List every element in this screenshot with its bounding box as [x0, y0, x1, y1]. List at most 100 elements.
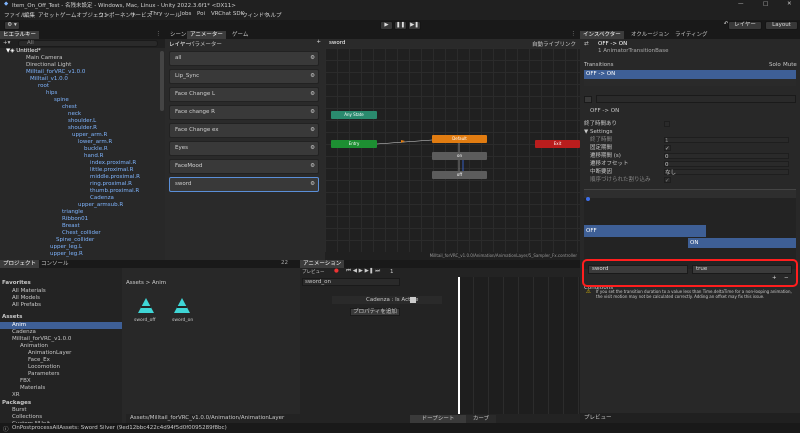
favorites-label[interactable]: Favorites: [2, 280, 31, 287]
menu-tools[interactable]: ツール: [164, 11, 181, 19]
fav-all-models[interactable]: All Models: [12, 295, 40, 302]
timeline-on-clip[interactable]: ON: [688, 238, 796, 248]
assets-label[interactable]: Assets: [2, 314, 22, 321]
add-layer-icon[interactable]: +: [316, 39, 321, 45]
package-burst[interactable]: Burst: [12, 407, 27, 414]
transition-timeline[interactable]: OFF ON: [584, 189, 796, 269]
packages-label[interactable]: Packages: [2, 400, 31, 407]
tree-item-little-proximal-r[interactable]: little.proximal.R: [90, 167, 133, 174]
layer-item-selected[interactable]: sword ⚙: [169, 177, 319, 192]
tab-animator[interactable]: アニメーター: [187, 31, 226, 39]
exit-time-input[interactable]: 1: [664, 137, 789, 144]
animation-preview-button[interactable]: プレビュー: [302, 269, 325, 275]
layer-item[interactable]: Face Change ex ⚙: [169, 123, 319, 138]
auto-live-link-toggle[interactable]: 自動ライブリンク: [532, 40, 576, 48]
tree-item-buckle-r[interactable]: buckle.R: [84, 146, 108, 153]
playhead[interactable]: [458, 277, 460, 414]
tree-item-upper-leg-l[interactable]: upper_leg.L: [50, 244, 82, 251]
tab-occlusion[interactable]: オクルージョン: [628, 31, 672, 39]
anim-file-icon[interactable]: [136, 296, 156, 316]
remove-condition-button[interactable]: −: [784, 275, 789, 281]
tree-item-lower-arm-r[interactable]: lower_arm.R: [78, 139, 112, 146]
more-icon[interactable]: ⋮: [156, 31, 162, 37]
dopesheet-tab[interactable]: ドープシート: [410, 415, 466, 423]
gear-icon[interactable]: ⚙: [310, 109, 315, 115]
menu-services[interactable]: サービス: [130, 11, 152, 19]
maximize-button[interactable]: □: [763, 1, 768, 7]
curves-tab[interactable]: カーブ: [466, 415, 496, 423]
ordered-interruption-checkbox[interactable]: ✓: [664, 177, 671, 184]
tree-item-hand-r[interactable]: hand.R: [84, 153, 103, 160]
file-sword-on[interactable]: sword_on: [172, 318, 193, 323]
tree-item-directional-light[interactable]: Directional Light: [26, 62, 71, 69]
menu-file[interactable]: ファイル: [4, 11, 26, 19]
transition-name-input[interactable]: [596, 95, 796, 103]
transition-duration-input[interactable]: 0: [664, 153, 789, 160]
tree-item-ring-proximal-r[interactable]: ring.proximal.R: [90, 181, 132, 188]
condition-value-dropdown[interactable]: true: [692, 265, 792, 274]
hierarchy-search-input[interactable]: All: [18, 40, 158, 47]
tree-item-middle-proximal-r[interactable]: middle.proximal.R: [90, 174, 140, 181]
layer-item[interactable]: Lip_Sync ⚙: [169, 69, 319, 84]
has-exit-time-checkbox[interactable]: [664, 121, 670, 127]
project-breadcrumb[interactable]: Assets > Anim: [126, 280, 166, 286]
tree-item-shoulder-r[interactable]: shoulder.R: [68, 125, 97, 132]
folder-materials[interactable]: Materials: [20, 385, 45, 392]
folder-animationlayer[interactable]: AnimationLayer: [28, 350, 71, 357]
tree-item-hips[interactable]: hips: [46, 90, 57, 97]
tree-item-milltail-forvrc[interactable]: Milltail_forVRC_v1.0.0: [26, 69, 85, 76]
anim-file-icon[interactable]: [172, 296, 192, 316]
menu-edit[interactable]: 編集: [24, 11, 35, 19]
gear-icon[interactable]: ⚙: [310, 73, 315, 79]
play-button[interactable]: ▶: [380, 21, 393, 30]
tree-item-neck[interactable]: neck: [68, 111, 81, 118]
tab-hierarchy[interactable]: ヒエラルキー: [0, 31, 40, 39]
transition-enable-checkbox[interactable]: [584, 96, 592, 103]
tab-inspector[interactable]: インスペクター: [580, 31, 624, 39]
tab-lighting[interactable]: ライティング: [672, 31, 711, 39]
fixed-duration-checkbox[interactable]: ✓: [664, 145, 671, 152]
timeline-marker[interactable]: [586, 197, 590, 201]
fav-all-prefabs[interactable]: All Prefabs: [12, 302, 41, 309]
layer-item[interactable]: all ⚙: [169, 51, 319, 66]
frame-input[interactable]: 1: [390, 269, 394, 275]
close-button[interactable]: ✕: [787, 1, 792, 7]
gear-icon[interactable]: ⚙: [310, 145, 315, 151]
property-row[interactable]: Cadenza : Is Active: [332, 296, 442, 304]
scene-root[interactable]: ▼◈ Untitled*: [6, 48, 41, 55]
interruption-source-dropdown[interactable]: なし: [664, 169, 789, 176]
folder-milltail[interactable]: Milltail_forVRC_v1.0.0: [12, 336, 71, 343]
graph-canvas[interactable]: Any State Entry Default on off Exit: [325, 48, 580, 252]
gear-icon[interactable]: ⚙: [310, 127, 315, 133]
folder-locomotion[interactable]: Locomotion: [28, 364, 60, 371]
condition-parameter-dropdown[interactable]: sword: [588, 265, 688, 274]
add-icon[interactable]: +▾: [3, 40, 10, 46]
graph-breadcrumb[interactable]: sword: [329, 40, 345, 46]
layout-dropdown[interactable]: Layout: [765, 21, 798, 30]
minimize-button[interactable]: —: [738, 1, 744, 7]
tree-item-root[interactable]: root: [38, 83, 49, 90]
timeline-off-clip[interactable]: OFF: [584, 225, 706, 237]
menu-jobs[interactable]: Jobs: [180, 11, 191, 17]
dopesheet-area[interactable]: [458, 277, 580, 414]
tab-game[interactable]: ゲーム: [229, 31, 251, 39]
hierarchy-scrollbar[interactable]: [160, 51, 164, 111]
status-text[interactable]: OnPostprocessAllAssets: Sword Silver (9e…: [12, 425, 227, 431]
transition-list-item[interactable]: OFF -> ON: [584, 70, 796, 79]
tree-item-upper-armsub-r[interactable]: upper_armsub.R: [78, 202, 123, 209]
tab-console[interactable]: コンソール: [38, 260, 72, 268]
tab-project[interactable]: プロジェクト: [0, 260, 40, 268]
folder-xr[interactable]: XR: [12, 392, 20, 399]
tree-item-spine[interactable]: spine: [54, 97, 69, 104]
layer-item[interactable]: Face change R ⚙: [169, 105, 319, 120]
pause-button[interactable]: ❚❚: [394, 21, 407, 30]
tab-layers[interactable]: レイヤー: [169, 40, 191, 48]
settings-foldout[interactable]: ▼ Settings: [584, 129, 613, 136]
gear-icon[interactable]: ⚙: [310, 91, 315, 97]
tree-item-chest-collider[interactable]: Chest_collider: [62, 230, 101, 237]
tree-item-milltail[interactable]: Milltail_v1.0.0: [30, 76, 68, 83]
tree-item-triangle[interactable]: triangle: [62, 209, 83, 216]
layer-item[interactable]: FaceMood ⚙: [169, 159, 319, 174]
tab-animation[interactable]: アニメーション: [300, 260, 345, 268]
step-button[interactable]: ▶❚: [408, 21, 421, 30]
